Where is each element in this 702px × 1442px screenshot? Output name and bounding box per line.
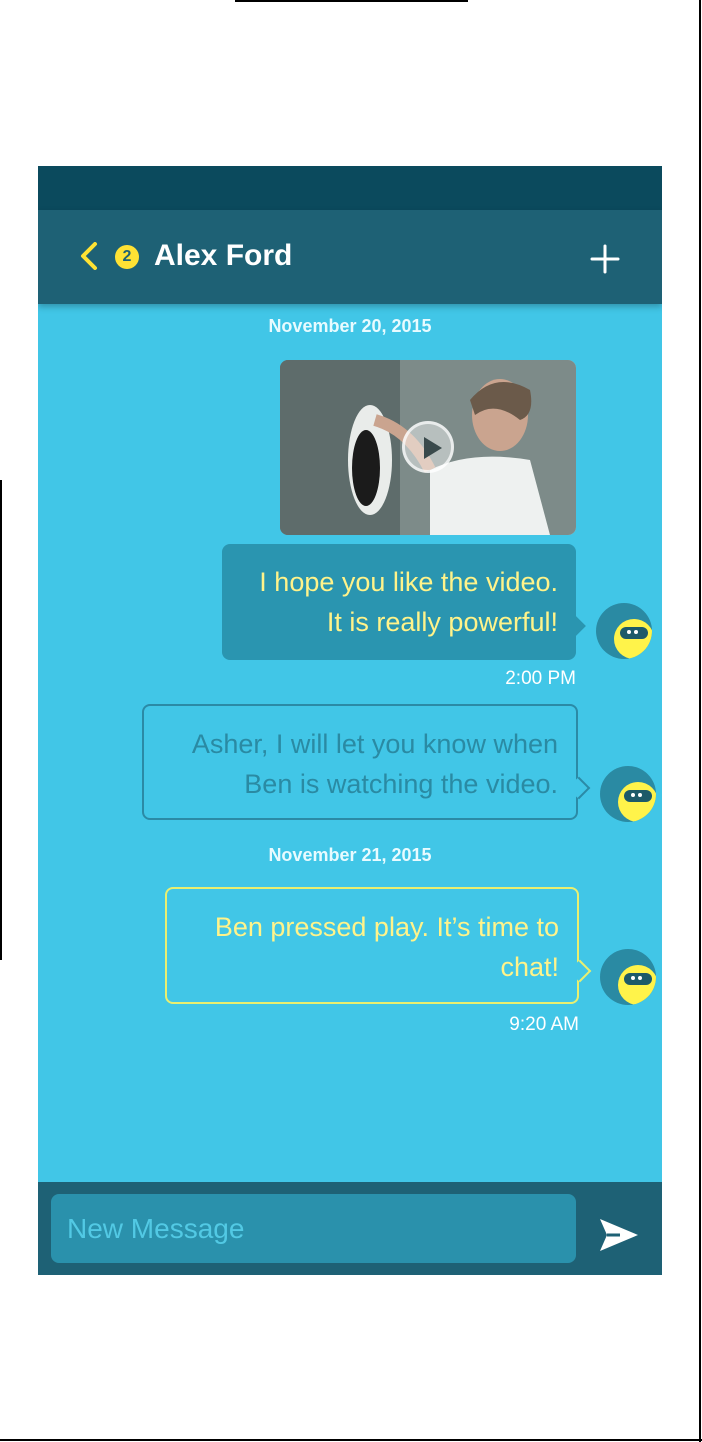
avatar [596,603,652,659]
page-border-right [699,0,701,1442]
message-bubble: Ben pressed play. It’s time to chat! [165,887,579,1004]
video-thumbnail[interactable] [280,360,576,535]
avatar-face-icon [614,619,652,659]
message-composer [38,1182,662,1275]
chat-header: 2 Alex Ford [38,210,662,304]
avatar-face-icon [618,782,656,822]
message-bubble: Asher, I will let you know when Ben is w… [142,704,578,820]
message-timestamp: 9:20 AM [509,1014,579,1035]
page-border-left [0,480,2,960]
page-border-top [235,0,468,2]
avatar-face-icon [618,965,656,1005]
message-text: I hope you like the video. [259,567,558,597]
message-timestamp: 2:00 PM [505,668,576,689]
message-text: chat! [500,952,559,982]
date-separator: November 20, 2015 [268,316,432,336]
avatar [600,949,656,1005]
page-border-bottom [0,1439,702,1441]
status-bar [38,166,662,210]
avatar [600,766,656,822]
contact-name: Alex Ford [154,239,293,272]
message-text: It is really powerful! [326,607,558,637]
message-text: Asher, I will let you know when [191,729,558,759]
chat-screen: 2 Alex Ford November 20, 2015 I hope you… [38,166,662,1275]
chevron-left-icon[interactable] [78,242,100,270]
date-separator: November 21, 2015 [268,845,432,865]
message-text: Ben pressed play. It’s time to [214,912,559,942]
message-bubble: I hope you like the video. It is really … [222,544,576,660]
unread-badge: 2 [115,245,139,269]
send-icon[interactable] [598,1216,640,1254]
new-message-input[interactable] [51,1194,576,1263]
plus-icon[interactable] [589,243,621,275]
message-text: Ben is watching the video. [244,769,558,799]
play-icon[interactable] [402,421,454,473]
